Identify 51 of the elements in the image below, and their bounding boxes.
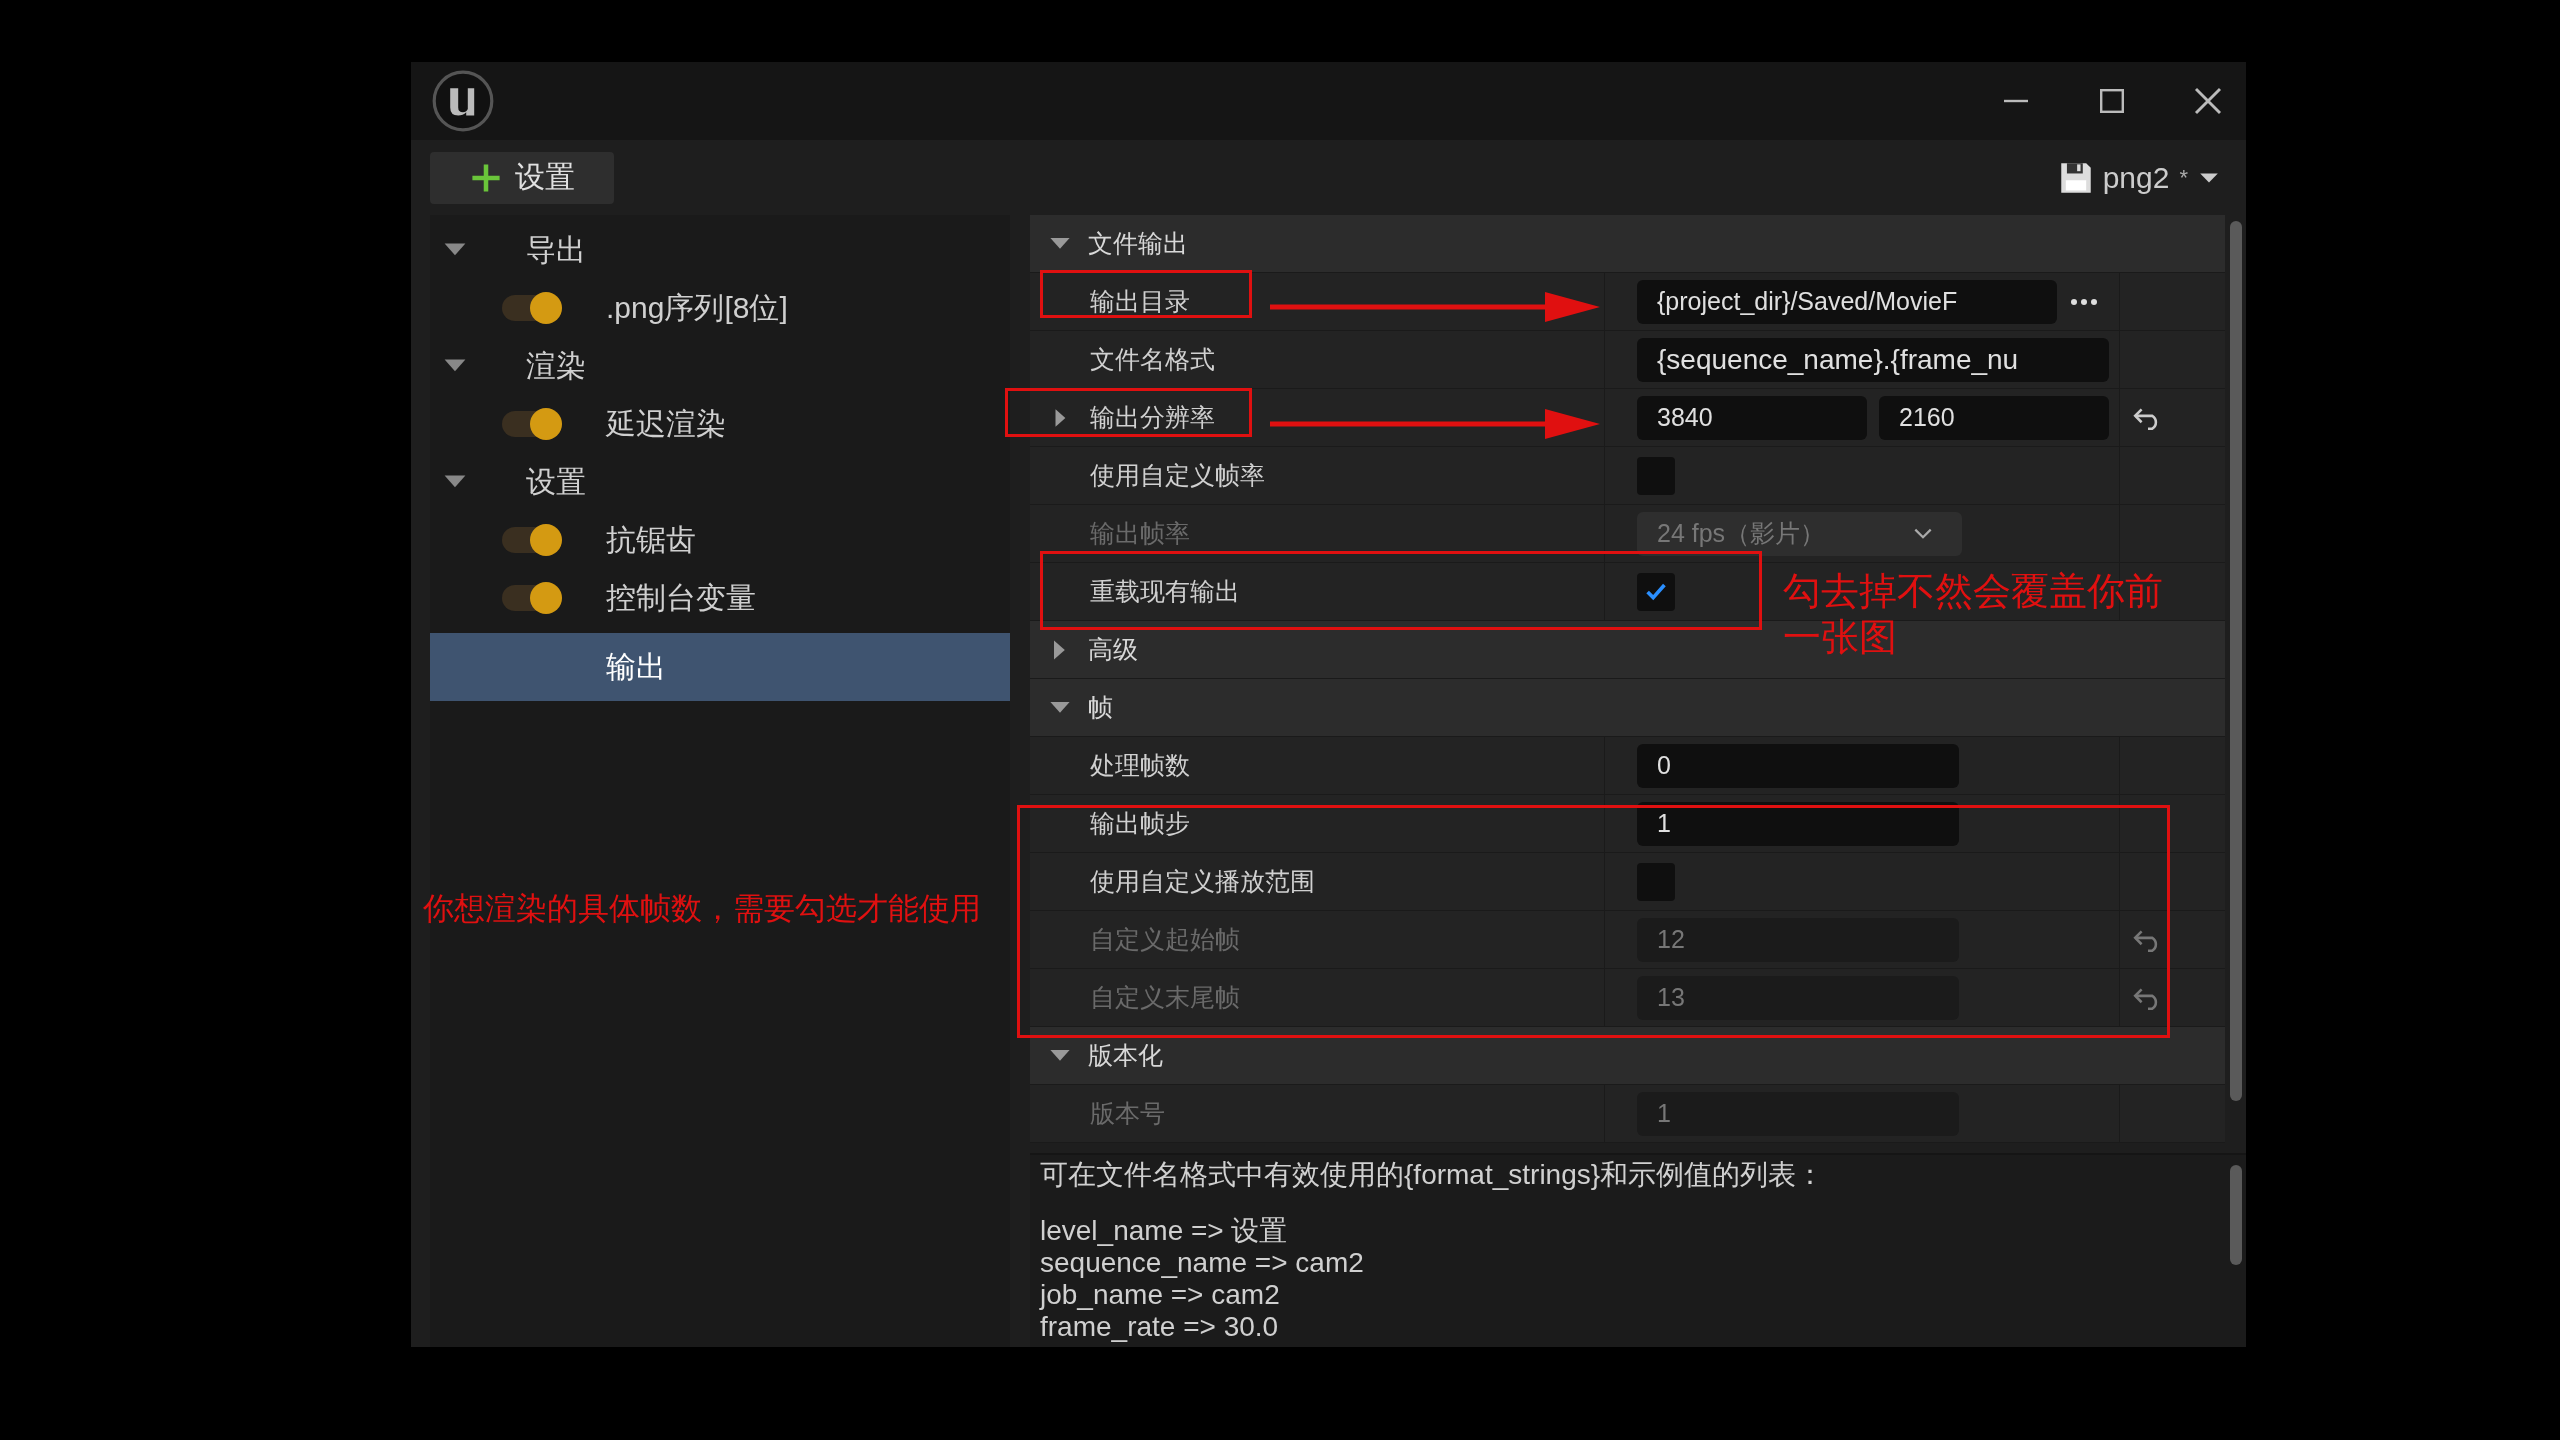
format-string-line: frame_rate => 30.0: [1040, 1311, 1280, 1343]
caret-icon: [1912, 526, 1934, 541]
number-field[interactable]: 1: [1637, 801, 1959, 846]
tree-item[interactable]: .png序列[8位]: [430, 279, 1010, 337]
section-title: 帧: [1088, 692, 1113, 723]
property-label: 输出帧率: [1090, 518, 1190, 549]
number-field[interactable]: 2160: [1879, 395, 2109, 440]
section-header[interactable]: 版本化: [1030, 1039, 1163, 1072]
number-field[interactable]: 3840: [1637, 395, 1867, 440]
tree-item[interactable]: 输出: [430, 633, 1010, 701]
property-label: 自定义起始帧: [1090, 924, 1240, 955]
format-string-line: sequence_name => cam2: [1040, 1247, 1365, 1279]
format-string-line: level_name => 设置: [1040, 1215, 1289, 1247]
modified-mark: *: [2179, 164, 2188, 191]
section-title: 文件输出: [1088, 228, 1188, 259]
property-label: 输出分辨率: [1090, 402, 1215, 433]
property-label: 重载现有输出: [1090, 576, 1240, 607]
property-label: 使用自定义帧率: [1090, 460, 1265, 491]
tree-item[interactable]: 抗锯齿: [430, 511, 1010, 569]
description-heading: 可在文件名格式中有效使用的{format_strings}和示例值的列表：: [1040, 1159, 1826, 1191]
annotation-note: 你想渲染的具体帧数，需要勾选才能使用: [423, 890, 981, 928]
property-label: 自定义末尾帧: [1090, 982, 1240, 1013]
scrollbar-thumb[interactable]: [2229, 1165, 2242, 1265]
property-label: 使用自定义播放范围: [1090, 866, 1315, 897]
logo-icon: [431, 69, 495, 133]
property-label: 输出帧步: [1090, 808, 1190, 839]
tree-group-label[interactable]: 设置: [526, 461, 586, 503]
path-field[interactable]: {project_dir}/Saved/MovieF: [1637, 279, 2057, 324]
property-label: 版本号: [1090, 1098, 1165, 1129]
scrollbar-thumb[interactable]: [2229, 221, 2242, 1101]
section-title: 高级: [1088, 634, 1138, 665]
save-icon[interactable]: [2058, 160, 2093, 195]
more-icon[interactable]: [2069, 296, 2099, 307]
section-title: 版本化: [1088, 1040, 1163, 1071]
tree-group-label[interactable]: 导出: [526, 229, 586, 271]
add-setting-button[interactable]: 设置: [430, 151, 614, 204]
tree-group-label[interactable]: 渲染: [526, 345, 586, 387]
number-field[interactable]: 0: [1637, 743, 1959, 788]
tree-item[interactable]: 控制台变量: [430, 569, 1010, 627]
tree-item[interactable]: 延迟渲染: [430, 395, 1010, 453]
property-label: 文件名格式: [1090, 344, 1215, 375]
property-label: 处理帧数: [1090, 750, 1190, 781]
format-string-line: job_name => cam2: [1040, 1279, 1281, 1311]
property-label: 输出目录: [1090, 286, 1190, 317]
section-header[interactable]: 高级: [1030, 633, 1138, 666]
annotation-note: 勾去掉不然会覆盖你前一张图: [1783, 569, 2164, 660]
checkbox[interactable]: [1637, 572, 1675, 611]
text-field[interactable]: {sequence_name}.{frame_nu: [1637, 337, 2109, 382]
section-header[interactable]: 文件输出: [1030, 227, 1188, 260]
section-header[interactable]: 帧: [1030, 691, 1113, 724]
preset-name[interactable]: png2: [2102, 160, 2170, 195]
